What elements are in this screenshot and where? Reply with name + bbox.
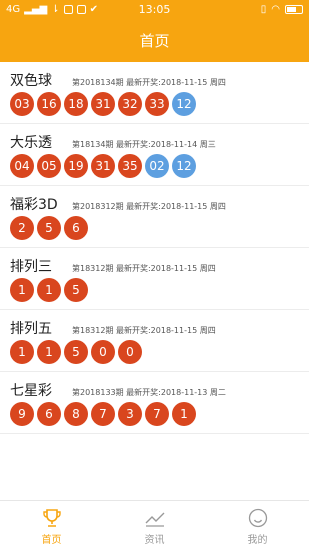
- blue-ball: 12: [172, 154, 196, 178]
- lottery-row-header: 排列五 第18312期 最新开奖:2018-11-15 周四: [10, 318, 216, 338]
- lottery-row[interactable]: 双色球 第2018134期 最新开奖:2018-11-15 周四 03 16 18 31 3…: [0, 62, 309, 124]
- tab-home-label: 首页: [41, 535, 62, 546]
- blue-ball: 12: [172, 92, 196, 116]
- lottery-row-header: 七星彩 第2018133期 最新开奖:2018-11-13 周二: [10, 380, 226, 400]
- lottery-draw-info: 第2018133期 最新开奖:2018-11-13 周二: [72, 388, 226, 397]
- red-ball: 3: [118, 402, 142, 426]
- red-ball: 18: [64, 92, 88, 116]
- tab-mine[interactable]: 我的: [206, 501, 309, 550]
- red-ball: 33: [145, 92, 169, 116]
- ball-group: 11500: [10, 340, 142, 364]
- lottery-row[interactable]: 排列三 第18312期 最新开奖:2018-11-15 周四 1 1 5: [0, 248, 309, 310]
- lottery-row-header: 双色球 第2018134期 最新开奖:2018-11-15 周四: [10, 70, 226, 90]
- red-ball: 31: [91, 92, 115, 116]
- red-ball: 6: [64, 216, 88, 240]
- lottery-row[interactable]: 排列五 第18312期 最新开奖:2018-11-15 周四 1 1 5 0 0: [0, 310, 309, 372]
- lottery-name: 排列三: [10, 259, 52, 275]
- red-ball: 35: [118, 154, 142, 178]
- red-ball: 2: [10, 216, 34, 240]
- lottery-draw-info: 第2018312期 最新开奖:2018-11-15 周四: [72, 202, 226, 211]
- lottery-row[interactable]: 福彩3D 第2018312期 最新开奖:2018-11-15 周四 2 5 6: [0, 186, 309, 248]
- lottery-name: 双色球: [10, 73, 52, 89]
- ball-group: 256: [10, 216, 88, 240]
- tab-news[interactable]: 资讯: [103, 501, 206, 550]
- red-ball: 1: [172, 402, 196, 426]
- lottery-name: 七星彩: [10, 383, 52, 399]
- status-right: ▯ ◠: [261, 4, 303, 15]
- app-bar: 首页: [0, 20, 309, 62]
- lottery-row-header: 福彩3D 第2018312期 最新开奖:2018-11-15 周四: [10, 194, 226, 214]
- vibrate-icon: ▯: [260, 4, 267, 15]
- red-ball: 0: [118, 340, 142, 364]
- red-ball: 6: [37, 402, 61, 426]
- red-ball: 04: [10, 154, 34, 178]
- red-ball: 7: [91, 402, 115, 426]
- red-ball: 5: [64, 278, 88, 302]
- smile-icon: [248, 508, 267, 528]
- lottery-draw-info: 第18312期 最新开奖:2018-11-15 周四: [72, 264, 216, 273]
- tab-mine-label: 我的: [247, 535, 268, 546]
- lottery-draw-info: 第2018134期 最新开奖:2018-11-15 周四: [72, 78, 226, 87]
- battery-icon: [285, 5, 303, 14]
- red-ball: 5: [37, 216, 61, 240]
- lottery-row-header: 排列三 第18312期 最新开奖:2018-11-15 周四: [10, 256, 216, 276]
- ball-group: 9687371: [10, 402, 196, 426]
- bottom-tab-bar: 首页 资讯 我的: [0, 500, 309, 550]
- red-ball: 1: [10, 278, 34, 302]
- red-ball: 1: [37, 278, 61, 302]
- ball-group: 03 16 18 31 32 33 12: [10, 92, 196, 116]
- red-ball: 05: [37, 154, 61, 178]
- red-ball: 9: [10, 402, 34, 426]
- red-ball: 7: [145, 402, 169, 426]
- red-ball: 19: [64, 154, 88, 178]
- lottery-row[interactable]: 七星彩 第2018133期 最新开奖:2018-11-13 周二 9 6 8 7 3 7 1: [0, 372, 309, 434]
- wifi-icon: ◠: [271, 4, 280, 15]
- red-ball: 1: [10, 340, 34, 364]
- blue-ball: 02: [145, 154, 169, 178]
- lottery-row[interactable]: 大乐透 第18134期 最新开奖:2018-11-14 周三 04 05 19 31 35 0…: [0, 124, 309, 186]
- lottery-name: 大乐透: [10, 135, 52, 151]
- tab-news-label: 资讯: [144, 535, 165, 546]
- lottery-draw-info: 第18312期 最新开奖:2018-11-15 周四: [72, 326, 216, 335]
- red-ball: 5: [64, 340, 88, 364]
- ball-group: 115: [10, 278, 88, 302]
- tab-home[interactable]: 首页: [0, 501, 103, 550]
- red-ball: 32: [118, 92, 142, 116]
- red-ball: 03: [10, 92, 34, 116]
- lottery-name: 排列五: [10, 321, 52, 337]
- page-title: 首页: [139, 32, 170, 50]
- trophy-icon: [42, 509, 61, 527]
- red-ball: 8: [64, 402, 88, 426]
- ball-group: 04 05 19 31 35 02 12: [10, 154, 196, 178]
- red-ball: 1: [37, 340, 61, 364]
- trend-icon: [145, 512, 164, 527]
- lottery-list: 双色球 第2018134期 最新开奖:2018-11-15 周四 03 16 18 31 3…: [0, 62, 309, 434]
- status-bar: 4G ▂▄▆ ⇂ ✔ 13:05 ▯ ◠: [0, 0, 309, 20]
- red-ball: 31: [91, 154, 115, 178]
- lottery-draw-info: 第18134期 最新开奖:2018-11-14 周三: [72, 140, 216, 149]
- red-ball: 0: [91, 340, 115, 364]
- lottery-row-header: 大乐透 第18134期 最新开奖:2018-11-14 周三: [10, 132, 216, 152]
- lottery-name: 福彩3D: [10, 197, 58, 213]
- red-ball: 16: [37, 92, 61, 116]
